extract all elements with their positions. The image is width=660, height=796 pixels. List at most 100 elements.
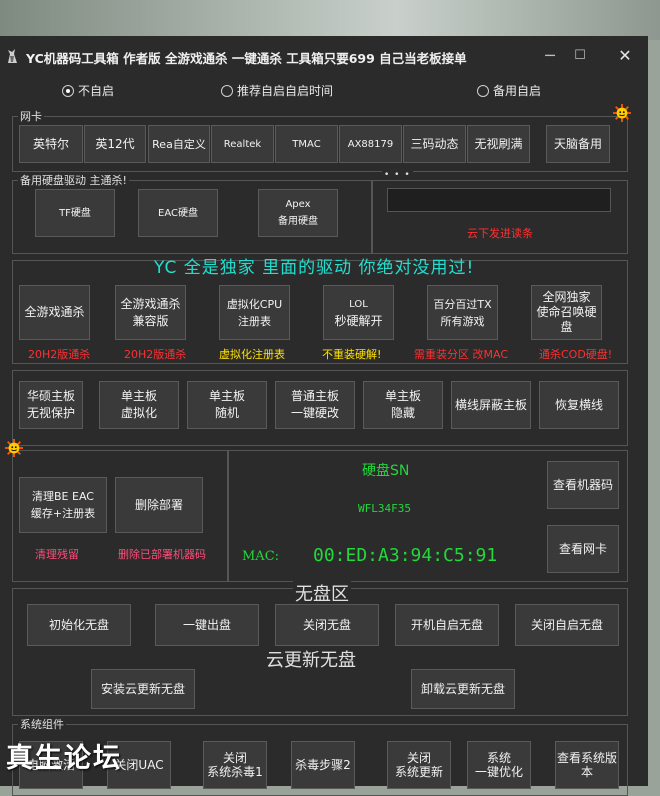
button-label: 百分百过TX <box>433 297 492 311</box>
button-label: TF硬盘 <box>59 207 91 219</box>
system-group-label: 系统组件 <box>18 716 66 732</box>
disk-sn-label: 硬盘SN <box>362 463 410 479</box>
button-label: 关闭 <box>406 751 431 765</box>
delete-note: 删除已部署机器码 <box>118 548 206 561</box>
button-label: 华硕主板 <box>26 389 75 403</box>
uninstall-cloud-diskless-button[interactable]: 卸载云更新无盘 <box>411 669 515 709</box>
single-board-hide-button[interactable]: 单主板 隐藏 <box>363 381 443 429</box>
button-label: 一键出盘 <box>182 617 231 632</box>
nic-ax88179-button[interactable]: AX88179 <box>339 125 402 163</box>
antivirus-step2-button[interactable]: 杀毒步骤2 <box>291 741 355 789</box>
button-label: 清理BE EAC <box>32 490 94 503</box>
nic-intel-button[interactable]: 英特尔 <box>19 125 83 163</box>
line-shield-board-button[interactable]: 横线屏蔽主板 <box>451 381 531 429</box>
button-label: 安装云更新无盘 <box>100 681 185 696</box>
radio-backup-autostart[interactable]: 备用自启 <box>477 82 541 99</box>
system-optimize-button[interactable]: 系统 一键优化 <box>467 741 531 789</box>
button-label: 关闭自启无盘 <box>530 617 603 632</box>
button-label: AX88179 <box>347 138 394 150</box>
close-button[interactable]: ✕ <box>611 42 639 70</box>
button-label: 虚拟化CPU <box>226 297 283 311</box>
button-label: EAC硬盘 <box>158 207 198 219</box>
button-label: 天脑备用 <box>553 136 602 151</box>
button-label: 秒硬解开 <box>334 313 383 328</box>
button-label: 英特尔 <box>32 136 69 151</box>
single-board-random-button[interactable]: 单主板 随机 <box>187 381 267 429</box>
disk-sn-value: WFL34F35 <box>358 502 411 515</box>
button-label: 无视保护 <box>26 406 75 420</box>
virtual-cpu-registry-button[interactable]: 虚拟化CPU 注册表 <box>219 285 290 340</box>
radio-indicator <box>477 84 489 97</box>
apex-backup-disk-button[interactable]: Apex 备用硬盘 <box>258 189 338 237</box>
lol-unlock-button[interactable]: LOL 秒硬解开 <box>323 285 394 340</box>
button-label: 本 <box>580 765 593 779</box>
close-autostart-diskless-button[interactable]: 关闭自启无盘 <box>515 604 619 646</box>
button-label: 虚拟化 <box>120 406 157 420</box>
all-games-kill-compat-button[interactable]: 全游戏通杀 兼容版 <box>115 285 186 340</box>
init-diskless-button[interactable]: 初始化无盘 <box>27 604 131 646</box>
autostart-diskless-button[interactable]: 开机自启无盘 <box>395 604 499 646</box>
tx-all-games-button[interactable]: 百分百过TX 所有游戏 <box>427 285 498 340</box>
button-label: 系统更新 <box>394 765 443 779</box>
button-label: Realtek <box>223 138 262 150</box>
cod-disk-button[interactable]: 全网独家 使命召唤硬 盘 <box>531 285 602 340</box>
nic-ignore-full-button[interactable]: 无视刷满 <box>467 125 530 163</box>
note-virtual-registry: 虚拟化注册表 <box>219 348 285 361</box>
button-label: 杀毒步骤2 <box>295 757 351 772</box>
note-no-reinstall: 不重装硬解! <box>322 348 382 361</box>
radio-recommended-autostart[interactable]: 推荐自启自启时间 <box>221 82 333 99</box>
view-nic-button[interactable]: 查看网卡 <box>547 525 619 573</box>
sun-emoji-icon <box>613 104 631 122</box>
clean-be-eac-button[interactable]: 清理BE EAC 缓存+注册表 <box>19 477 107 533</box>
button-label: 缓存+注册表 <box>30 507 96 520</box>
button-label: Rea自定义 <box>152 137 206 151</box>
button-label: 兼容版 <box>132 313 169 328</box>
normal-board-modify-button[interactable]: 普通主板 一键硬改 <box>275 381 355 429</box>
radio-label: 推荐自启自启时间 <box>237 84 334 98</box>
window-title: YC机器码工具箱 作者版 全游戏通杀 一键通杀 工具箱只要699 自己当老板接单 <box>26 51 467 66</box>
install-cloud-diskless-button[interactable]: 安装云更新无盘 <box>91 669 195 709</box>
minimize-button[interactable]: ─ <box>536 42 564 70</box>
nic-realtek-button[interactable]: Realtek <box>211 125 274 163</box>
title-bar: YC机器码工具箱 作者版 全游戏通杀 一键通杀 工具箱只要699 自己当老板接单… <box>0 36 648 76</box>
close-system-update-button[interactable]: 关闭 系统更新 <box>387 741 451 789</box>
nic-tiannao-backup-button[interactable]: 天脑备用 <box>546 125 610 163</box>
radio-label: 不自启 <box>78 84 115 98</box>
button-label: 全游戏通杀 <box>120 296 181 311</box>
button-label: 三码动态 <box>410 136 459 151</box>
button-label: 盘 <box>560 320 573 334</box>
nic-rea-custom-button[interactable]: Rea自定义 <box>148 125 210 163</box>
button-label: 普通主板 <box>290 389 339 403</box>
note-cod-disk: 通杀COD硬盘! <box>539 348 613 361</box>
asus-board-button[interactable]: 华硕主板 无视保护 <box>19 381 83 429</box>
delete-deploy-button[interactable]: 删除部署 <box>115 477 203 533</box>
button-label: 全网独家 <box>542 290 591 304</box>
diskless-title: 无盘区 <box>293 580 351 606</box>
close-antivirus-button[interactable]: 关闭 系统杀毒1 <box>203 741 267 789</box>
button-label: 开机自启无盘 <box>410 617 483 632</box>
button-label: 查看机器码 <box>552 477 613 492</box>
cloud-input-field[interactable] <box>387 188 611 212</box>
exclusive-banner: YC 全是独家 里面的驱动 你绝对没用过! <box>154 258 475 278</box>
all-games-kill-button[interactable]: 全游戏通杀 <box>19 285 90 340</box>
sun-emoji-icon <box>5 439 23 457</box>
nic-group-label: 网卡 <box>18 108 44 124</box>
close-diskless-button[interactable]: 关闭无盘 <box>275 604 379 646</box>
nic-tmac-button[interactable]: TMAC <box>275 125 338 163</box>
button-label: 一键硬改 <box>290 406 339 420</box>
view-machine-code-button[interactable]: 查看机器码 <box>547 461 619 509</box>
button-label: 一键优化 <box>474 765 523 779</box>
eac-disk-button[interactable]: EAC硬盘 <box>138 189 218 237</box>
nic-intel12-button[interactable]: 英12代 <box>84 125 146 163</box>
restore-line-button[interactable]: 恢复横线 <box>539 381 619 429</box>
nic-three-code-dynamic-button[interactable]: 三码动态 <box>403 125 466 163</box>
group-dots: • • • <box>382 170 413 180</box>
single-board-virtual-button[interactable]: 单主板 虚拟化 <box>99 381 179 429</box>
button-label: 备用硬盘 <box>278 216 318 227</box>
tf-disk-button[interactable]: TF硬盘 <box>35 189 115 237</box>
view-system-version-button[interactable]: 查看系统版 本 <box>555 741 619 789</box>
one-click-out-disk-button[interactable]: 一键出盘 <box>155 604 259 646</box>
button-label: 查看网卡 <box>558 541 607 556</box>
radio-no-autostart[interactable]: 不自启 <box>62 82 114 99</box>
maximize-button[interactable]: ☐ <box>566 42 594 70</box>
